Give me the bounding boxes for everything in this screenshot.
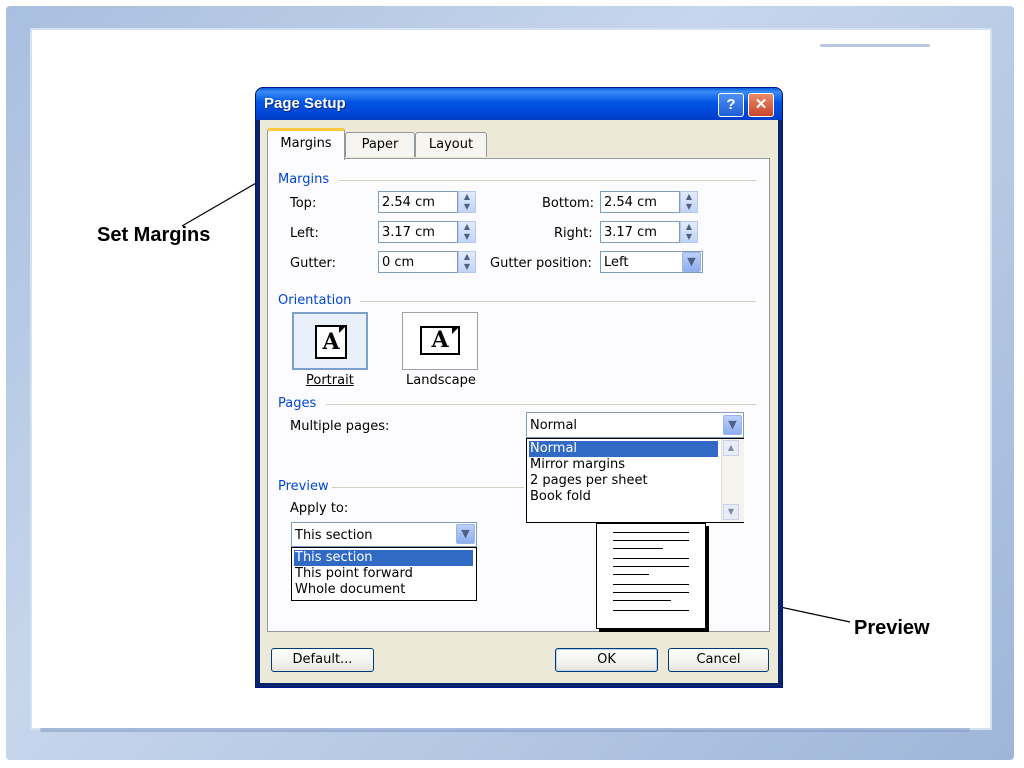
preview-text-line [613, 584, 689, 585]
ok-button[interactable]: OK [555, 648, 658, 672]
tab-margins[interactable]: Margins [267, 128, 345, 160]
gutter-field[interactable]: 0 cm [378, 251, 458, 273]
top-margin-field[interactable]: 2.54 cm [378, 191, 458, 213]
option-whole-document[interactable]: Whole document [294, 582, 473, 598]
close-icon[interactable]: ✕ [748, 93, 774, 117]
frame-brush-stroke [820, 44, 930, 47]
preview-text-line [613, 558, 689, 559]
gutter-position-label: Gutter position: [490, 256, 592, 271]
right-label: Right: [554, 226, 593, 241]
option-2-pages-per-sheet[interactable]: 2 pages per sheet [529, 473, 718, 489]
portrait-page-icon: A [315, 325, 347, 359]
option-this-point-forward[interactable]: This point forward [294, 566, 473, 582]
chevron-down-icon[interactable]: ▼ [456, 524, 475, 544]
orientation-group-label: Orientation [278, 293, 352, 308]
multiple-pages-dropdown-list: Normal Mirror margins 2 pages per sheet … [526, 438, 744, 523]
divider [332, 487, 524, 488]
option-mirror-margins[interactable]: Mirror margins [529, 457, 718, 473]
gutter-label: Gutter: [290, 256, 337, 271]
bottom-margin-spinner[interactable]: ▲ ▼ [680, 191, 698, 213]
left-margin-spinner[interactable]: ▲ ▼ [458, 221, 476, 243]
tab-paper[interactable]: Paper [345, 132, 415, 157]
preview-text-line [613, 548, 663, 549]
pages-group-label: Pages [278, 396, 317, 411]
portrait-button[interactable]: A [292, 312, 368, 370]
landscape-button[interactable]: A [402, 312, 478, 370]
top-margin-spinner[interactable]: ▲ ▼ [458, 191, 476, 213]
top-label: Top: [290, 196, 317, 211]
preview-group-label: Preview [278, 479, 329, 494]
scroll-down-icon[interactable]: ▼ [723, 504, 739, 520]
margins-group-label: Margins [278, 172, 330, 187]
default-button[interactable]: Default... [271, 648, 374, 672]
bottom-margin-field[interactable]: 2.54 cm [600, 191, 680, 213]
bottom-label: Bottom: [542, 196, 595, 211]
multiple-pages-label: Multiple pages: [290, 419, 390, 434]
preview-page [596, 523, 706, 629]
right-margin-field[interactable]: 3.17 cm [600, 221, 680, 243]
help-button[interactable]: ? [718, 93, 744, 117]
frame-brush-stroke [40, 728, 970, 732]
preview-callout: Preview [854, 617, 930, 639]
preview-text-line [613, 574, 649, 575]
divider [326, 404, 756, 405]
landscape-label: Landscape [406, 373, 476, 388]
preview-text-line [613, 610, 689, 611]
option-normal[interactable]: Normal [529, 441, 718, 457]
preview-text-line [613, 600, 671, 601]
apply-to-label: Apply to: [290, 501, 349, 516]
preview-text-line [613, 566, 689, 567]
landscape-page-icon: A [420, 326, 460, 355]
left-label: Left: [290, 226, 319, 241]
chevron-down-icon[interactable]: ▼ [682, 252, 701, 272]
apply-to-dropdown-list: This section This point forward Whole do… [291, 547, 477, 601]
page-setup-dialog: Page Setup ? ✕ Margins Paper Layout Marg… [256, 88, 782, 687]
dialog-body: Margins Paper Layout Margins Top: 2.54 c… [260, 120, 778, 683]
option-book-fold[interactable]: Book fold [529, 489, 718, 505]
preview-text-line [613, 592, 689, 593]
right-margin-spinner[interactable]: ▲ ▼ [680, 221, 698, 243]
cancel-button[interactable]: Cancel [668, 648, 769, 672]
divider [360, 301, 756, 302]
left-margin-field[interactable]: 3.17 cm [378, 221, 458, 243]
margins-tab-panel: Margins Top: 2.54 cm ▲ ▼ Bottom: 2.54 cm … [267, 158, 770, 632]
gutter-spinner[interactable]: ▲ ▼ [458, 251, 476, 273]
multiple-pages-select[interactable]: Normal [526, 412, 744, 438]
apply-to-select[interactable]: This section [291, 522, 477, 547]
tab-layout[interactable]: Layout [415, 132, 487, 157]
preview-text-line [613, 540, 689, 541]
title-bar[interactable]: Page Setup ? ✕ [256, 88, 782, 120]
portrait-label: Portrait [306, 373, 354, 388]
chevron-down-icon[interactable]: ▼ [723, 415, 742, 435]
dialog-title: Page Setup [264, 95, 346, 112]
preview-text-line [613, 532, 689, 533]
scroll-up-icon[interactable]: ▲ [723, 440, 739, 456]
set-margins-callout: Set Margins [97, 224, 211, 246]
dropdown-scrollbar[interactable]: ▲ ▼ [721, 439, 744, 522]
option-this-section[interactable]: This section [294, 550, 473, 566]
divider [338, 180, 756, 181]
